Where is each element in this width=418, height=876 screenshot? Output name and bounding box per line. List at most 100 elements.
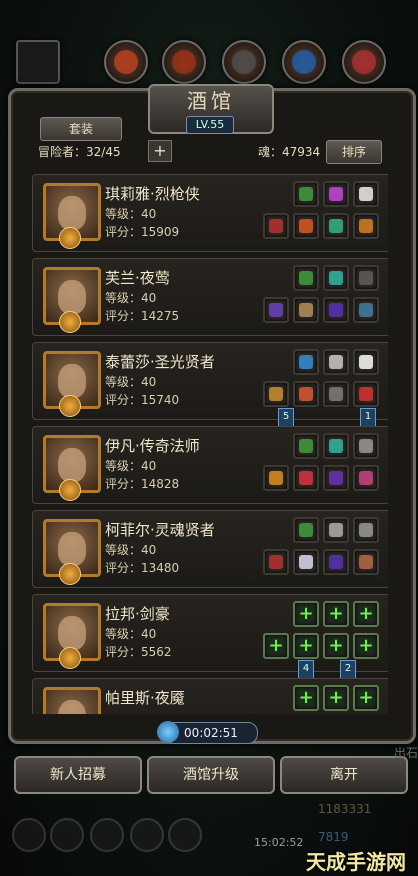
dock-icon[interactable]: [168, 818, 202, 852]
empty-slot-plus-icon[interactable]: +: [323, 601, 349, 627]
hero-name: 帕里斯·夜魇: [105, 689, 185, 707]
gold-amount: 1183331: [318, 802, 372, 816]
equip-slot-icon[interactable]: [353, 433, 379, 459]
hero-score: 评分：13480: [105, 561, 180, 575]
hero-emblem-icon: [59, 647, 81, 669]
equip-slot-icon[interactable]: [323, 349, 349, 375]
equip-slot-icon[interactable]: [293, 213, 319, 239]
slot-count-flag: 5: [278, 408, 294, 428]
hero-level: 等级：40: [105, 459, 157, 473]
equip-slot-icon[interactable]: [353, 465, 379, 491]
hero-card[interactable]: 拉邦·剑豪 等级：40 评分：5562 + + + + + + +: [32, 594, 388, 672]
hero-card[interactable]: 柯菲尔·灵魂贤者 等级：40 评分：13480: [32, 510, 388, 588]
top-slot-icon-2[interactable]: [104, 40, 148, 84]
empty-slot-plus-icon[interactable]: +: [293, 685, 319, 711]
equip-slot-icon[interactable]: [263, 213, 289, 239]
equip-slot-icon[interactable]: [293, 549, 319, 575]
hero-score: 评分：14828: [105, 477, 180, 491]
hero-name: 琪莉雅·烈枪侠: [105, 185, 200, 203]
empty-slot-plus-icon[interactable]: +: [353, 601, 379, 627]
equip-slot-icon[interactable]: [293, 433, 319, 459]
set-tab-button[interactable]: 套装: [40, 117, 122, 141]
equip-slot-icon[interactable]: [323, 381, 349, 407]
hero-emblem-icon: [59, 311, 81, 333]
top-slot-icon-5[interactable]: [282, 40, 326, 84]
equip-slot-icon[interactable]: [353, 549, 379, 575]
gem-amount: 7819: [318, 830, 349, 844]
equip-slot-icon[interactable]: [293, 297, 319, 323]
hero-level: 等级：40: [105, 291, 157, 305]
empty-slot-plus-icon[interactable]: +: [323, 685, 349, 711]
equip-slot-icon[interactable]: [323, 181, 349, 207]
watermark: 天成手游网: [306, 850, 406, 874]
hero-card[interactable]: 琪莉雅·烈枪侠 等级：40 评分：15909: [32, 174, 388, 252]
sort-button[interactable]: 排序: [326, 140, 382, 164]
slot-count-flag: 4: [298, 660, 314, 680]
hero-card[interactable]: 芙兰·夜莺 等级：40 评分：14275: [32, 258, 388, 336]
equip-slot-icon[interactable]: [323, 549, 349, 575]
hero-name: 拉邦·剑豪: [105, 605, 170, 623]
equip-slot-icon[interactable]: [323, 465, 349, 491]
equip-slot-icon[interactable]: [323, 265, 349, 291]
dock-icon[interactable]: [90, 818, 124, 852]
empty-slot-plus-icon[interactable]: +: [293, 601, 319, 627]
timer-value: 00:02:51: [184, 726, 238, 740]
timer: 00:02:51: [157, 721, 258, 744]
equip-slot-icon[interactable]: [353, 517, 379, 543]
equip-slot-icon[interactable]: [353, 265, 379, 291]
equip-slot-icon[interactable]: [293, 465, 319, 491]
equip-slot-icon[interactable]: [323, 297, 349, 323]
upgrade-tavern-button[interactable]: 酒馆升级: [147, 756, 275, 794]
equip-slot-icon[interactable]: [353, 381, 379, 407]
top-slot-icon-1[interactable]: [16, 40, 60, 84]
dock-icon[interactable]: [50, 818, 84, 852]
hero-name: 泰蕾莎·圣光贤者: [105, 353, 215, 371]
hero-list[interactable]: 琪莉雅·烈枪侠 等级：40 评分：15909 芙兰·夜莺 等级：40 评分：14…: [30, 170, 388, 714]
hero-card[interactable]: 泰蕾莎·圣光贤者 等级：40 评分：15740: [32, 342, 388, 420]
empty-slot-plus-icon[interactable]: +: [293, 633, 319, 659]
hero-name: 芙兰·夜莺: [105, 269, 170, 287]
equip-slot-icon[interactable]: [263, 381, 289, 407]
equip-slot-icon[interactable]: [353, 349, 379, 375]
equip-slot-icon[interactable]: [353, 213, 379, 239]
equip-slot-icon[interactable]: [293, 381, 319, 407]
equip-slot-icon[interactable]: [263, 549, 289, 575]
hero-name: 柯菲尔·灵魂贤者: [105, 521, 215, 539]
add-adventurer-button[interactable]: +: [148, 140, 172, 162]
equip-slot-icon[interactable]: [293, 349, 319, 375]
empty-slot-plus-icon[interactable]: +: [263, 633, 289, 659]
equip-slot-icon[interactable]: [263, 297, 289, 323]
hero-level: 等级：40: [105, 627, 157, 641]
hero-card[interactable]: 伊凡·传奇法师 等级：40 评分：14828: [32, 426, 388, 504]
hero-level: 等级：40: [105, 207, 157, 221]
equip-slot-icon[interactable]: [323, 517, 349, 543]
recruit-button[interactable]: 新人招募: [14, 756, 142, 794]
slot-count-flag: 2: [340, 660, 356, 680]
hero-score: 评分：14275: [105, 309, 180, 323]
top-slot-icon-6[interactable]: [342, 40, 386, 84]
equip-slot-icon[interactable]: [293, 265, 319, 291]
adventurer-count: 冒险者：32/45: [38, 145, 121, 159]
hero-level: 等级：40: [105, 375, 157, 389]
hero-score: 评分：5562: [105, 645, 172, 659]
hero-portrait: [43, 687, 101, 714]
top-slot-icon-3[interactable]: [162, 40, 206, 84]
clock-icon: [157, 721, 179, 743]
equip-slot-icon[interactable]: [293, 181, 319, 207]
hero-card[interactable]: 帕里斯·夜魇 + + +: [32, 678, 388, 714]
dock-icon[interactable]: [130, 818, 164, 852]
equip-slot-icon[interactable]: [293, 517, 319, 543]
empty-slot-plus-icon[interactable]: +: [323, 633, 349, 659]
equip-slot-icon[interactable]: [353, 297, 379, 323]
hero-name: 伊凡·传奇法师: [105, 437, 200, 455]
empty-slot-plus-icon[interactable]: +: [353, 633, 379, 659]
equip-slot-icon[interactable]: [323, 433, 349, 459]
empty-slot-plus-icon[interactable]: +: [353, 685, 379, 711]
top-slot-icon-4[interactable]: [222, 40, 266, 84]
equip-slot-icon[interactable]: [323, 213, 349, 239]
soul-value: 47934: [282, 145, 321, 159]
leave-button[interactable]: 离开: [280, 756, 408, 794]
dock-icon[interactable]: [12, 818, 46, 852]
equip-slot-icon[interactable]: [353, 181, 379, 207]
equip-slot-icon[interactable]: [263, 465, 289, 491]
